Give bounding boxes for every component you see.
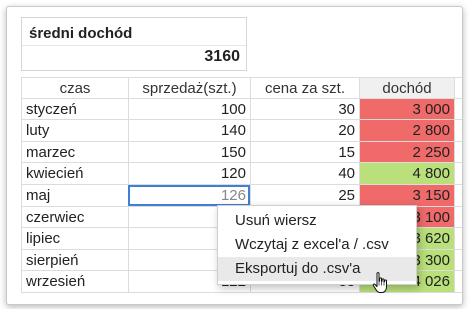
menu-item-delete-row[interactable]: Usuń wiersz [218, 209, 416, 233]
month-cell[interactable]: marzec [21, 141, 128, 163]
menu-item-import-excel-csv[interactable]: Wczytaj z excel'a / .csv [218, 233, 416, 257]
month-cell[interactable]: maj [21, 184, 128, 206]
price-cell[interactable]: 30 [250, 98, 359, 120]
table-header-row: czas sprzedaż(szt.) cena za szt. dochód [21, 77, 462, 99]
header-time[interactable]: czas [21, 78, 128, 98]
table-row: styczeń 100 30 3 000 [21, 98, 462, 121]
sales-cell[interactable]: 100 [128, 98, 250, 120]
month-cell[interactable]: styczeń [21, 98, 128, 120]
average-income-title: średni dochód [29, 25, 133, 42]
average-income-panel: średni dochód 3160 [21, 17, 247, 71]
income-cell[interactable]: 2 250 [359, 141, 455, 163]
month-cell[interactable]: lipiec [21, 228, 128, 249]
sales-cell[interactable]: 150 [128, 141, 250, 163]
price-cell[interactable]: 20 [250, 120, 359, 141]
month-cell[interactable]: sierpień [21, 249, 128, 271]
sales-cell[interactable]: 120 [128, 163, 250, 184]
month-cell[interactable]: czerwiec [21, 206, 128, 228]
hand-pointer-icon [372, 272, 387, 293]
income-cell[interactable]: 4 800 [359, 163, 455, 184]
sales-cell[interactable]: 140 [128, 120, 250, 141]
header-unit-price[interactable]: cena za szt. [250, 78, 359, 98]
sales-cell-selected[interactable]: 126 [128, 184, 250, 206]
price-cell[interactable]: 15 [250, 141, 359, 163]
header-income[interactable]: dochód [359, 78, 455, 98]
income-cell[interactable]: 3 000 [359, 98, 455, 120]
table-row: maj 126 25 3 150 [21, 184, 462, 207]
average-income-value: 3160 [204, 48, 240, 65]
income-cell[interactable]: 2 800 [359, 120, 455, 141]
month-cell[interactable]: kwiecień [21, 163, 128, 184]
app-window: średni dochód 3160 czas sprzedaż(szt.) c… [6, 6, 463, 305]
table-row: marzec 150 15 2 250 [21, 141, 462, 164]
summary-divider [22, 45, 246, 46]
price-cell[interactable]: 25 [250, 184, 359, 206]
price-cell[interactable]: 40 [250, 163, 359, 184]
header-sales[interactable]: sprzedaż(szt.) [128, 78, 250, 98]
month-cell[interactable]: wrzesień [21, 271, 128, 292]
table-row: luty 140 20 2 800 [21, 120, 462, 142]
income-cell[interactable]: 3 150 [359, 184, 455, 206]
month-cell[interactable]: luty [21, 120, 128, 141]
table-row: kwiecień 120 40 4 800 [21, 163, 462, 185]
